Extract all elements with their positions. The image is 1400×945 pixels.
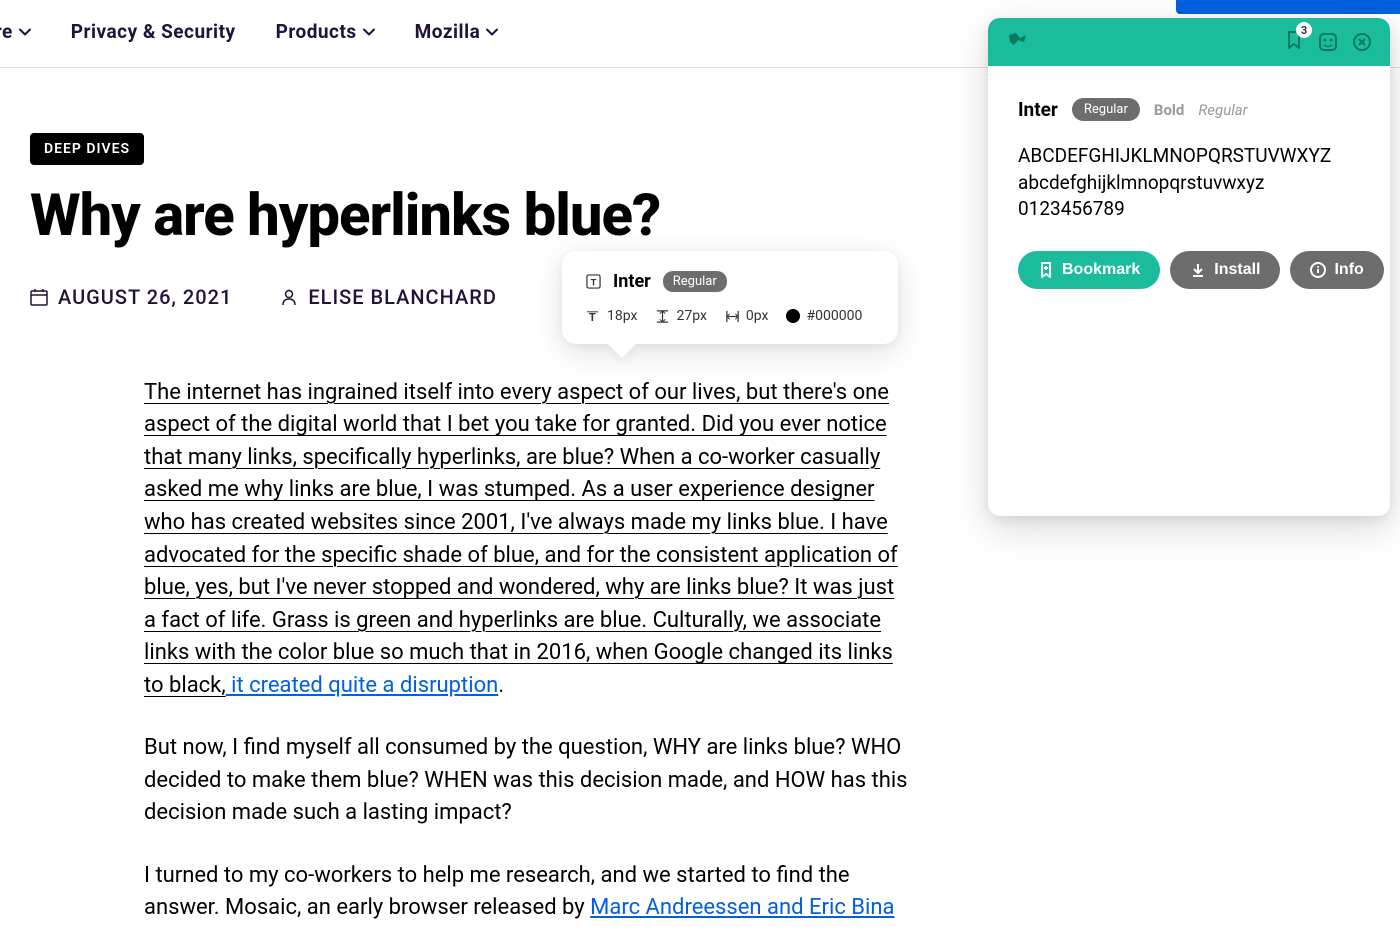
tooltip-line-height: 27px: [655, 308, 706, 324]
andreessen-bina-link[interactable]: Marc Andreessen and Eric Bina: [590, 895, 894, 920]
extension-body: Inter Regular Bold Regular ABCDEFGHIJKLM…: [988, 66, 1390, 516]
color-swatch: [786, 309, 800, 323]
close-icon[interactable]: [1352, 32, 1372, 52]
extension-buttons: Bookmark Install Info: [1018, 251, 1360, 289]
date-text: AUGUST 26, 2021: [58, 285, 232, 309]
paragraph-1: The internet has ingrained itself into e…: [144, 377, 910, 702]
nav-label: ulture: [0, 20, 13, 43]
sample-lowercase: abcdefghijklmnopqrstuvwxyz: [1018, 170, 1360, 197]
bookmark-button[interactable]: Bookmark: [1018, 251, 1160, 289]
calendar-icon: [30, 288, 48, 306]
nav-label: Mozilla: [415, 20, 481, 43]
bookmark-label: Bookmark: [1062, 261, 1140, 279]
font-inspector-tooltip: T Inter Regular T 18px 27px 0px #000000: [562, 251, 898, 344]
info-label: Info: [1334, 261, 1363, 279]
person-icon: [280, 288, 298, 306]
extension-font-name: Inter: [1018, 98, 1058, 121]
disruption-link[interactable]: it created quite a disruption: [226, 673, 499, 698]
chevron-down-icon: [363, 28, 375, 36]
font-extension-panel: 3 Inter Regular Bold Regular ABCDEFGHIJK…: [988, 18, 1390, 516]
font-icon: T: [586, 274, 601, 289]
top-blue-button-edge[interactable]: [1176, 0, 1400, 14]
style-regular-pill[interactable]: Regular: [1072, 98, 1140, 121]
paragraph-2: But now, I find myself all consumed by t…: [144, 732, 910, 830]
style-bold-option[interactable]: Bold: [1154, 101, 1184, 119]
chevron-down-icon: [486, 28, 498, 36]
tooltip-style-badge: Regular: [663, 271, 727, 292]
sample-uppercase: ABCDEFGHIJKLMNOPQRSTUVWXYZ: [1018, 143, 1360, 170]
info-icon: [1310, 262, 1326, 278]
paragraph-1-text: The internet has ingrained itself into e…: [144, 380, 898, 698]
article: DEEP DIVES Why are hyperlinks blue? AUGU…: [0, 68, 940, 925]
style-italic-option[interactable]: Regular: [1198, 101, 1247, 119]
nav-label: Products: [276, 20, 357, 43]
article-tag[interactable]: DEEP DIVES: [30, 133, 144, 165]
header-bookmark-button[interactable]: 3: [1284, 30, 1304, 54]
paragraph-3: I turned to my co-workers to help me res…: [144, 860, 910, 925]
sample-numbers: 0123456789: [1018, 196, 1360, 223]
nav-mozilla[interactable]: Mozilla: [415, 20, 499, 43]
extension-header: 3: [988, 18, 1390, 66]
download-icon: [1190, 262, 1206, 278]
nav-privacy-security[interactable]: Privacy & Security: [71, 20, 236, 43]
article-author[interactable]: ELISE BLANCHARD: [280, 285, 497, 309]
svg-text:T: T: [591, 277, 597, 288]
box-icon[interactable]: [1318, 32, 1338, 52]
nav-label: Privacy & Security: [71, 20, 236, 43]
tooltip-color: #000000: [786, 308, 862, 324]
font-size-value: 18px: [607, 308, 637, 324]
info-button[interactable]: Info: [1290, 251, 1383, 289]
letter-spacing-icon: [725, 309, 740, 324]
chevron-down-icon: [19, 28, 31, 36]
install-button[interactable]: Install: [1170, 251, 1280, 289]
color-hex-value: #000000: [806, 308, 862, 324]
line-height-value: 27px: [676, 308, 706, 324]
font-sample: ABCDEFGHIJKLMNOPQRSTUVWXYZ abcdefghijklm…: [1018, 143, 1360, 223]
svg-text:T: T: [589, 311, 596, 324]
tooltip-font-size: T 18px: [586, 308, 637, 324]
font-size-icon: T: [586, 309, 601, 324]
bookmark-count-badge: 3: [1296, 22, 1312, 38]
install-label: Install: [1214, 261, 1260, 279]
tooltip-letter-spacing: 0px: [725, 308, 769, 324]
article-body: The internet has ingrained itself into e…: [30, 377, 910, 925]
nav-culture[interactable]: ulture: [0, 20, 31, 43]
paragraph-1-end: .: [498, 673, 504, 698]
nav-products[interactable]: Products: [276, 20, 375, 43]
extension-font-row: Inter Regular Bold Regular: [1018, 98, 1360, 121]
line-height-icon: [655, 309, 670, 324]
bookmark-icon: [1038, 262, 1054, 278]
letter-spacing-value: 0px: [746, 308, 769, 324]
tooltip-font-name: Inter: [613, 271, 651, 292]
article-title: Why are hyperlinks blue?: [30, 185, 910, 249]
author-text: ELISE BLANCHARD: [308, 285, 497, 309]
extension-logo-icon[interactable]: [1006, 30, 1030, 54]
article-date: AUGUST 26, 2021: [30, 285, 232, 309]
